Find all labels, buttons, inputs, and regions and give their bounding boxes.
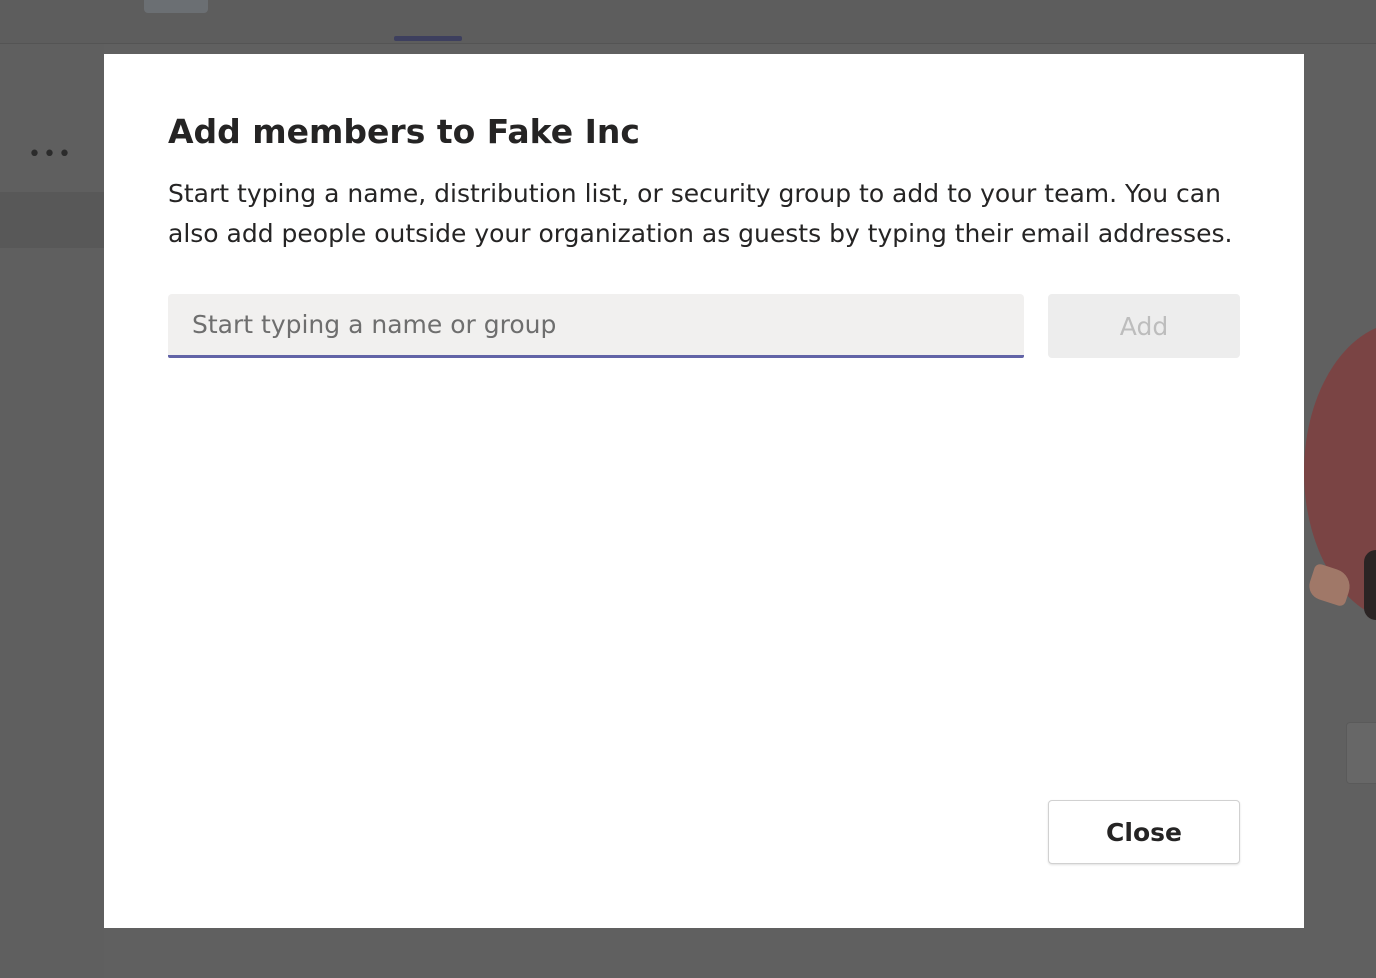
- close-button[interactable]: Close: [1048, 800, 1240, 864]
- background-left-rail: [0, 44, 104, 978]
- more-horizontal-icon: •••: [28, 142, 73, 167]
- background-top-bar: [0, 0, 1376, 44]
- background-illustration: [1304, 300, 1376, 640]
- background-tab-chip: [144, 0, 208, 13]
- background-selected-row: [0, 192, 104, 248]
- dialog-title: Add members to Fake Inc: [168, 112, 640, 151]
- add-members-dialog: Add members to Fake Inc Start typing a n…: [104, 54, 1304, 928]
- dialog-description: Start typing a name, distribution list, …: [168, 179, 1233, 248]
- member-search-input[interactable]: [168, 294, 1024, 358]
- add-button[interactable]: Add: [1048, 294, 1240, 358]
- background-side-card: [1346, 722, 1376, 784]
- background-active-tab-indicator: [394, 36, 462, 41]
- illustration-figure: [1364, 550, 1376, 620]
